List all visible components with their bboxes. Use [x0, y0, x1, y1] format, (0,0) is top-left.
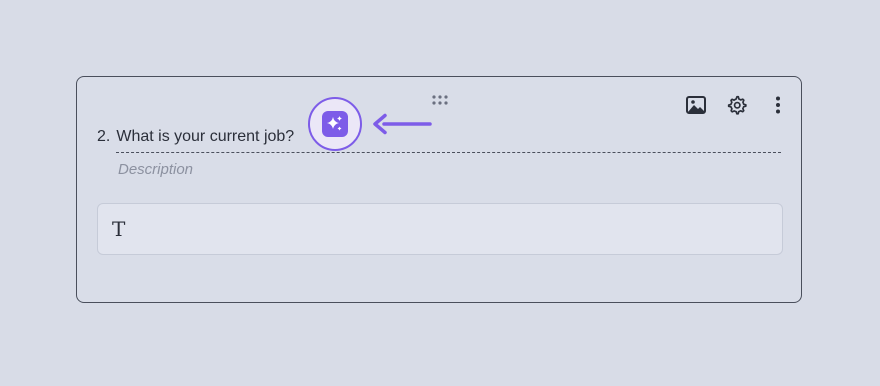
question-card: 2. What is your current job? Description… [76, 76, 802, 303]
image-icon[interactable] [685, 94, 707, 116]
short-text-answer-field[interactable]: T [97, 203, 783, 255]
question-toolbar [685, 94, 789, 116]
ai-generate-button[interactable] [308, 97, 362, 151]
gear-icon[interactable] [726, 94, 748, 116]
question-title-input[interactable]: What is your current job? [116, 128, 781, 153]
text-type-icon: T [112, 217, 126, 241]
description-input[interactable]: Description [118, 161, 193, 178]
question-number: 2. [97, 128, 111, 145]
drag-handle-icon[interactable] [432, 92, 448, 105]
question-row: 2. What is your current job? [97, 128, 781, 153]
more-vertical-icon[interactable] [767, 94, 789, 116]
pointer-arrow-icon [372, 113, 432, 135]
sparkles-icon [322, 111, 348, 137]
